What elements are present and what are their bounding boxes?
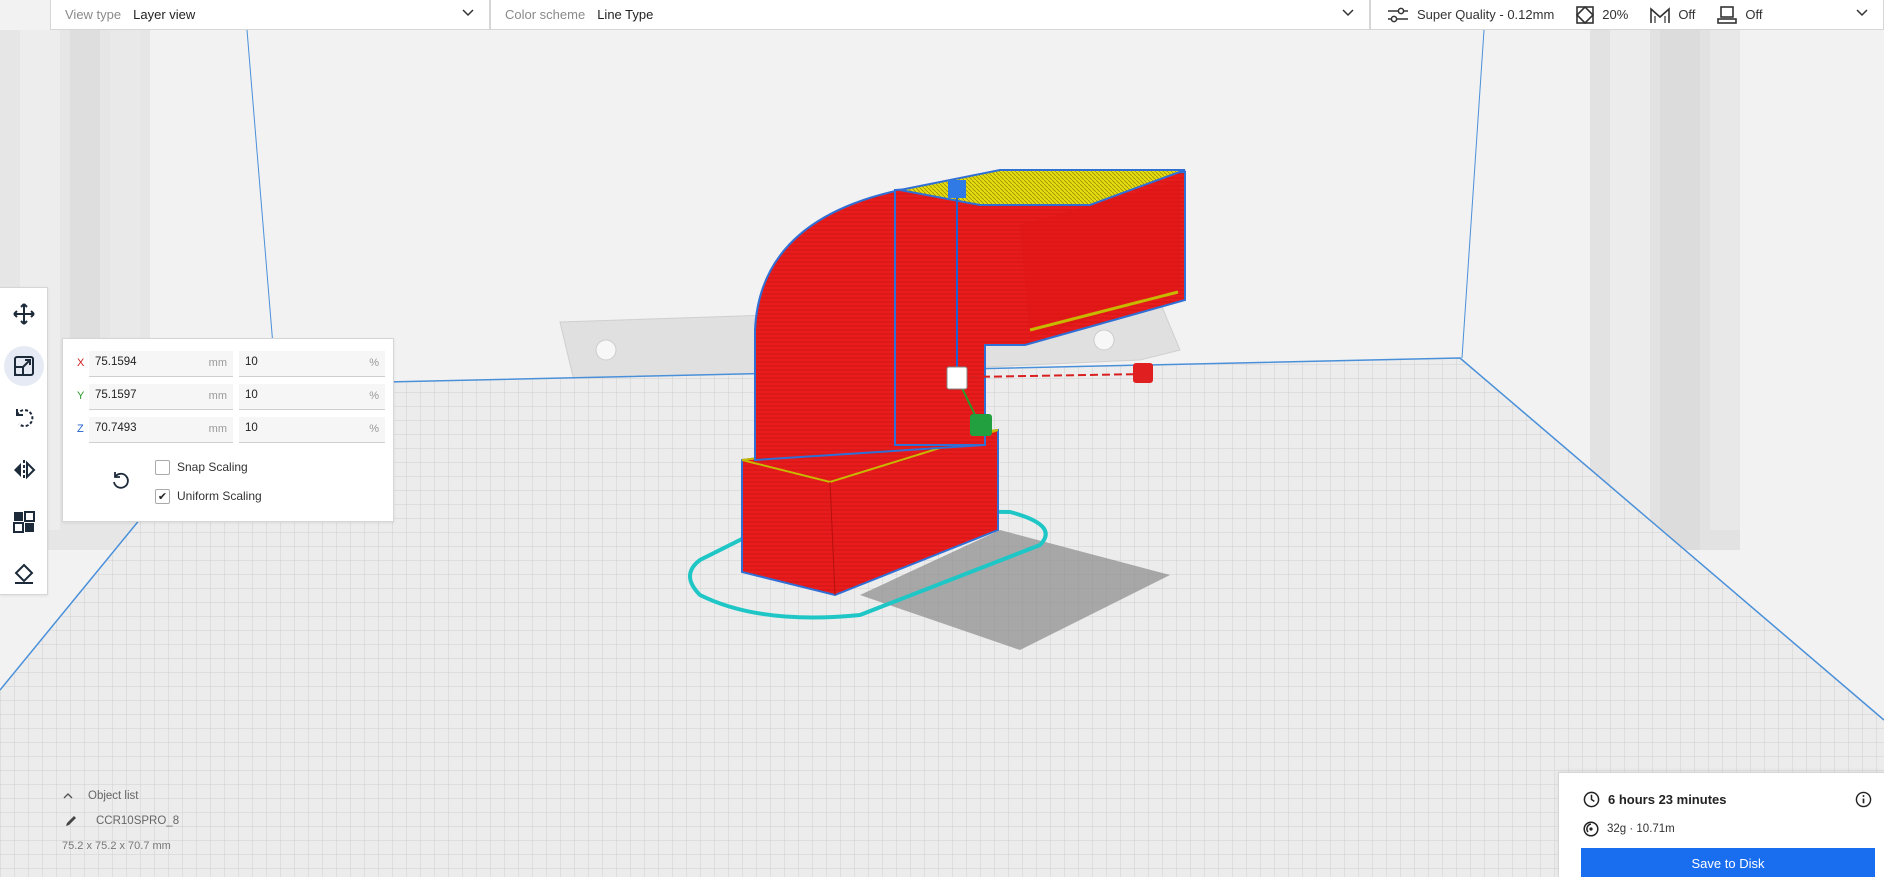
z-percent-input[interactable] (245, 422, 345, 434)
print-time: 6 hours 23 minutes (1608, 792, 1727, 807)
chevron-down-icon (462, 9, 474, 17)
snap-scaling-option[interactable]: Snap Scaling (155, 458, 248, 476)
y-percent-input[interactable] (245, 389, 345, 401)
info-icon (1855, 791, 1872, 808)
object-list-header: Object list (88, 790, 139, 802)
scale-z-row: Z mm % (63, 417, 395, 443)
scale-icon (14, 356, 34, 376)
percent-unit: % (369, 357, 379, 369)
z-mm-field[interactable]: mm (89, 417, 233, 443)
support-icon (1650, 6, 1671, 23)
chevron-down-icon (1342, 9, 1354, 17)
object-list-item[interactable]: CCR10SPRO_8 (64, 814, 302, 828)
y-axis-label: Y (77, 390, 85, 402)
scale-tool-button[interactable] (0, 340, 48, 392)
infill-value: 20% (1602, 7, 1629, 22)
mirror-tool-button[interactable] (0, 444, 48, 496)
y-percent-field[interactable]: % (239, 384, 385, 410)
uniform-scaling-option[interactable]: ✔ Uniform Scaling (155, 487, 262, 505)
print-settings-selector[interactable]: Super Quality - 0.12mm 20% Off Off (1370, 0, 1884, 30)
z-axis-label: Z (77, 423, 84, 435)
per-model-settings-button[interactable] (0, 496, 48, 548)
mirror-icon (14, 460, 36, 480)
object-dimensions: 75.2 x 75.2 x 70.7 mm (62, 840, 171, 852)
infill-icon (1576, 5, 1595, 24)
per-model-settings-icon (13, 511, 35, 533)
view-type-value: Layer view (133, 7, 196, 22)
print-summary-panel: 6 hours 23 minutes 32g · 10.71m Save to … (1558, 772, 1884, 877)
support-blocker-button[interactable] (0, 548, 48, 600)
tool-sidebar (0, 287, 48, 595)
scale-y-row: Y mm % (63, 384, 395, 410)
print-info-button[interactable] (1855, 791, 1872, 813)
mm-unit: mm (208, 390, 227, 402)
y-mm-field[interactable]: mm (89, 384, 233, 410)
rotate-tool-button[interactable] (0, 392, 48, 444)
view-type-dropdown[interactable]: View type Layer view (50, 0, 490, 30)
view-type-label: View type (65, 7, 122, 22)
quality-profile: Super Quality - 0.12mm (1417, 7, 1555, 22)
percent-unit: % (369, 390, 379, 402)
scale-tool-panel: X mm % Y mm % Z mm % (62, 338, 394, 522)
adhesion-icon (1717, 5, 1738, 24)
chevron-up-icon (63, 793, 73, 799)
z-percent-field[interactable]: % (239, 417, 385, 443)
pencil-icon (66, 816, 76, 826)
adhesion-value: Off (1745, 7, 1763, 22)
reset-scale-button[interactable] (103, 463, 137, 497)
print-time-row: 6 hours 23 minutes (1583, 791, 1726, 808)
x-mm-input[interactable] (95, 356, 195, 368)
settings-sliders-icon (1388, 7, 1408, 22)
material-row: 32g · 10.71m (1583, 821, 1675, 837)
x-mm-field[interactable]: mm (89, 351, 233, 377)
support-value: Off (1678, 7, 1696, 22)
reset-icon (113, 472, 129, 489)
clock-icon (1583, 791, 1600, 808)
spool-icon (1583, 821, 1599, 837)
z-mm-input[interactable] (95, 422, 195, 434)
color-scheme-value: Line Type (597, 7, 654, 22)
material-usage: 32g · 10.71m (1607, 823, 1675, 835)
mm-unit: mm (208, 423, 227, 435)
rotate-icon (16, 409, 34, 428)
save-to-disk-button[interactable]: Save to Disk (1581, 848, 1875, 877)
x-percent-input[interactable] (245, 356, 345, 368)
color-scheme-dropdown[interactable]: Color scheme Line Type (490, 0, 1370, 30)
x-axis-label: X (77, 357, 85, 369)
snap-scaling-checkbox[interactable] (155, 459, 170, 475)
uniform-scaling-checkbox[interactable]: ✔ (155, 488, 170, 504)
support-blocker-icon (14, 563, 34, 584)
move-icon (13, 303, 35, 325)
x-percent-field[interactable]: % (239, 351, 385, 377)
chevron-down-icon (1856, 9, 1868, 17)
percent-unit: % (369, 423, 379, 435)
object-name: CCR10SPRO_8 (96, 815, 180, 827)
mm-unit: mm (208, 357, 227, 369)
snap-scaling-label: Snap Scaling (177, 460, 248, 474)
object-list-panel: Object list CCR10SPRO_8 75.2 x 75.2 x 70… (62, 790, 302, 870)
object-list-toggle[interactable]: Object list (62, 790, 302, 802)
move-tool-button[interactable] (0, 288, 48, 340)
y-mm-input[interactable] (95, 389, 195, 401)
uniform-scaling-label: Uniform Scaling (177, 489, 262, 503)
color-scheme-label: Color scheme (505, 7, 586, 22)
scale-x-row: X mm % (63, 351, 395, 377)
